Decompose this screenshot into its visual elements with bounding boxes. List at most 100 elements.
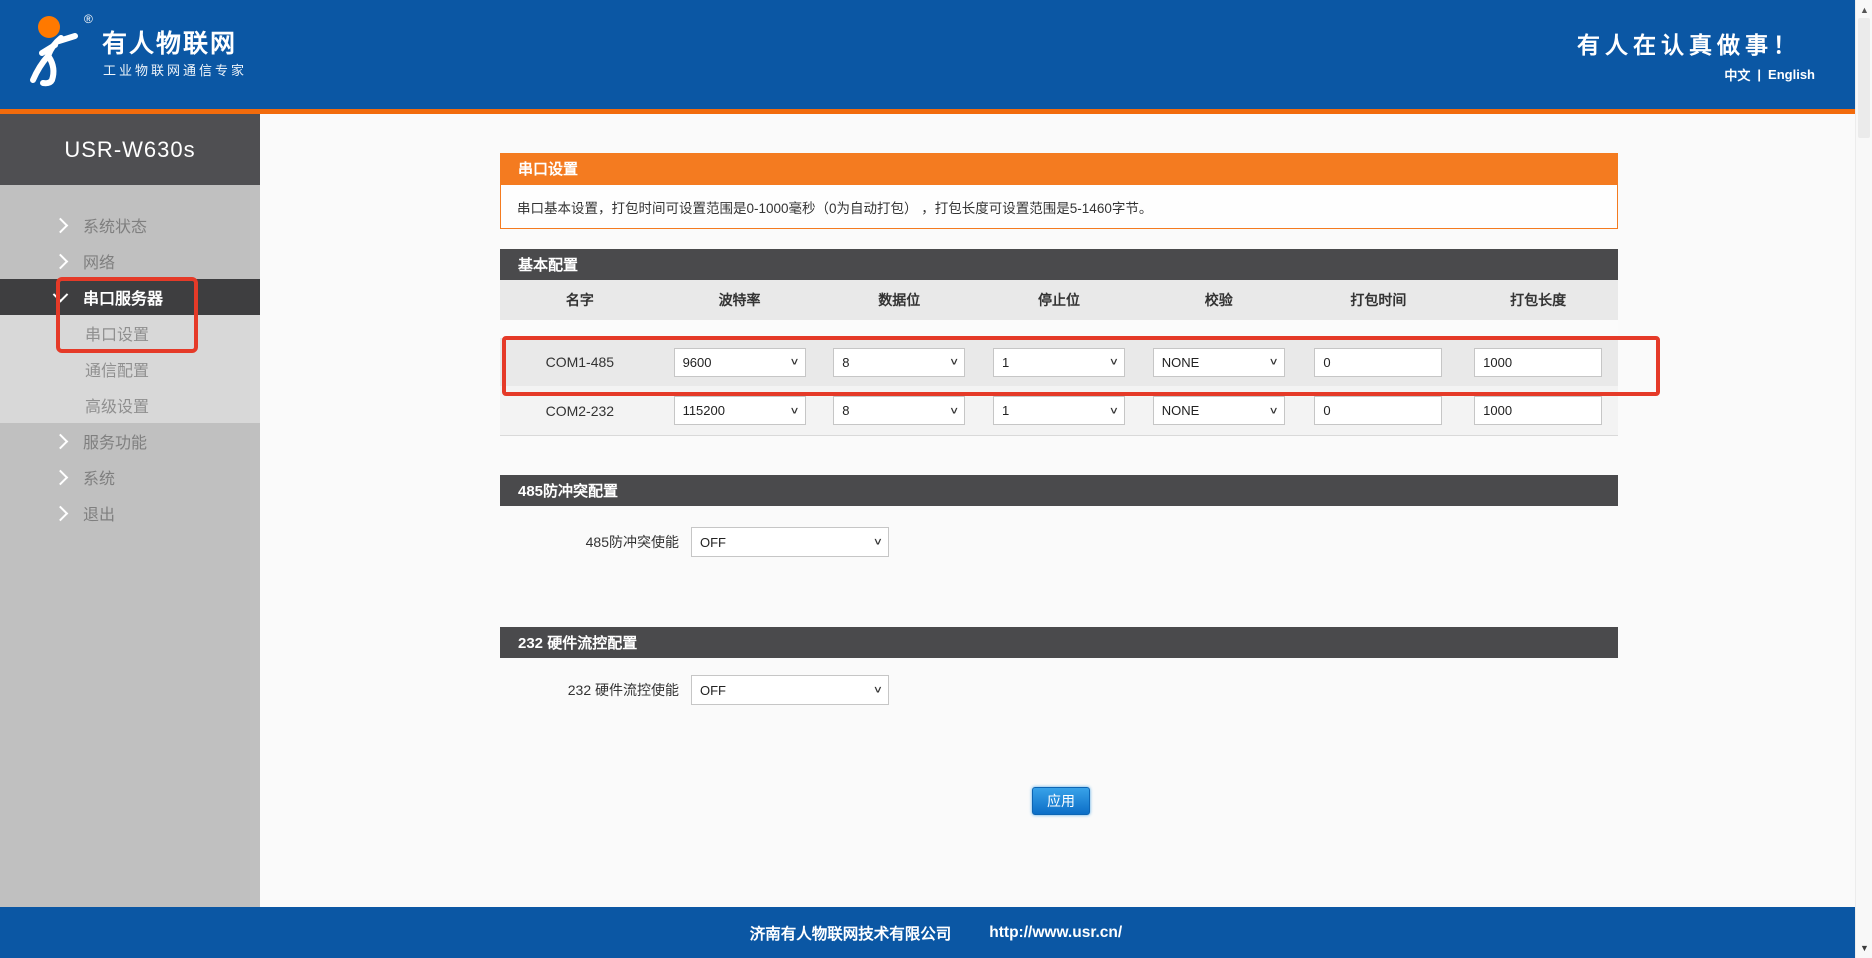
apply-button[interactable]: 应用 (1032, 787, 1090, 815)
chevron-right-icon (53, 469, 69, 485)
brand-title: 有人物联网 (102, 24, 237, 60)
sidebar-item-system-status[interactable]: 系统状态 (0, 207, 260, 243)
sidebar-item-label: 串口设置 (85, 321, 149, 345)
orange-accent-line (0, 109, 1855, 114)
sidebar-item-service-functions[interactable]: 服务功能 (0, 423, 260, 459)
chevron-down-icon: ∨ (1109, 404, 1119, 416)
select-value: NONE (1162, 403, 1200, 418)
registered-trademark-icon: ® (84, 12, 93, 26)
port-name-label: COM1-485 (500, 354, 660, 370)
header-slogan: 有人在认真做事！ (1577, 26, 1801, 60)
sidebar: USR-W630s 系统状态 网络 串口服务器 串口设置 通信配置 (0, 114, 260, 907)
com2-baud-select[interactable]: 115200 ∨ (674, 396, 806, 425)
sidebar-item-serial-settings[interactable]: 串口设置 (0, 315, 260, 351)
rs485-enable-row: 485防冲突使能 OFF ∨ (500, 524, 889, 560)
usr-person-logo-icon (22, 12, 84, 90)
table-row-com2-232: COM2-232 115200 ∨ 8 ∨ 1 ∨ NONE ∨ (500, 386, 1618, 436)
sidebar-menu: 系统状态 网络 串口服务器 串口设置 通信配置 高级设置 (0, 185, 260, 531)
chevron-down-icon: ∨ (873, 683, 883, 695)
sidebar-item-label: 网络 (83, 249, 115, 273)
col-header-data-bits: 数据位 (819, 290, 979, 310)
chevron-right-icon (53, 217, 69, 233)
com1-pack-length-input[interactable] (1474, 348, 1602, 377)
chevron-down-icon: ∨ (949, 355, 959, 367)
rs232-enable-label: 232 硬件流控使能 (500, 680, 691, 700)
select-value: 115200 (683, 403, 725, 418)
lang-english-link[interactable]: English (1768, 67, 1815, 82)
select-value: 1 (1002, 403, 1009, 418)
col-header-stop-bits: 停止位 (979, 290, 1139, 310)
select-value: 1 (1002, 355, 1009, 370)
table-spacer-row (500, 320, 1618, 338)
lang-chinese-link[interactable]: 中文 (1724, 65, 1750, 84)
col-header-pack-time: 打包时间 (1299, 290, 1459, 310)
language-switcher: 中文 | English (1724, 65, 1815, 84)
chevron-right-icon (53, 433, 69, 449)
com2-pack-time-input[interactable] (1314, 396, 1442, 425)
com2-parity-select[interactable]: NONE ∨ (1153, 396, 1285, 425)
com1-stop-bits-select[interactable]: 1 ∨ (993, 348, 1125, 377)
chevron-down-icon: ∨ (789, 404, 799, 416)
col-header-baud: 波特率 (660, 290, 820, 310)
serial-settings-header: 串口设置 (500, 153, 1618, 184)
port-name-label: COM2-232 (500, 403, 660, 419)
sidebar-item-advanced-settings[interactable]: 高级设置 (0, 387, 260, 423)
sidebar-item-system[interactable]: 系统 (0, 459, 260, 495)
rs485-anticollision-header: 485防冲突配置 (500, 475, 1618, 506)
device-model-title: USR-W630s (0, 114, 260, 185)
page-scrollbar[interactable]: ▲ ▼ (1855, 0, 1872, 958)
col-header-pack-length: 打包长度 (1458, 290, 1618, 310)
sidebar-item-logout[interactable]: 退出 (0, 495, 260, 531)
scroll-down-arrow-icon[interactable]: ▼ (1856, 943, 1872, 953)
serial-settings-description: 串口基本设置，打包时间可设置范围是0-1000毫秒（0为自动打包） ，打包长度可… (500, 184, 1618, 229)
chevron-right-icon (53, 505, 69, 521)
sidebar-item-label: 串口服务器 (83, 285, 163, 309)
footer-company: 济南有人物联网技术有限公司 (750, 922, 952, 944)
com1-data-bits-select[interactable]: 8 ∨ (833, 348, 965, 377)
com2-pack-length-input[interactable] (1474, 396, 1602, 425)
basic-config-column-headers: 名字 波特率 数据位 停止位 校验 打包时间 打包长度 (500, 280, 1618, 320)
com1-parity-select[interactable]: NONE ∨ (1153, 348, 1285, 377)
com2-stop-bits-select[interactable]: 1 ∨ (993, 396, 1125, 425)
sidebar-item-label: 退出 (83, 501, 115, 525)
footer: 济南有人物联网技术有限公司 http://www.usr.cn/ (0, 907, 1872, 958)
com1-baud-select[interactable]: 9600 ∨ (674, 348, 806, 377)
select-value: OFF (700, 683, 726, 698)
rs485-enable-select[interactable]: OFF ∨ (691, 527, 889, 557)
col-header-name: 名字 (500, 290, 660, 310)
rs485-enable-label: 485防冲突使能 (500, 532, 691, 552)
sidebar-item-label: 系统 (83, 465, 115, 489)
lang-divider: | (1757, 67, 1761, 82)
chevron-down-icon: ∨ (1268, 355, 1278, 367)
sidebar-item-label: 高级设置 (85, 393, 149, 417)
select-value: 8 (842, 403, 849, 418)
chevron-right-icon (53, 253, 69, 269)
select-value: 8 (842, 355, 849, 370)
sidebar-item-network[interactable]: 网络 (0, 243, 260, 279)
select-value: NONE (1162, 355, 1200, 370)
sidebar-item-label: 通信配置 (85, 357, 149, 381)
chevron-down-icon (53, 286, 69, 302)
scroll-up-arrow-icon[interactable]: ▲ (1856, 5, 1872, 15)
rs232-enable-select[interactable]: OFF ∨ (691, 675, 889, 705)
rs232-flowcontrol-header: 232 硬件流控配置 (500, 627, 1618, 658)
col-header-parity: 校验 (1139, 290, 1299, 310)
com2-data-bits-select[interactable]: 8 ∨ (833, 396, 965, 425)
brand-subtitle: 工业物联网通信专家 (103, 60, 247, 79)
chevron-down-icon: ∨ (873, 535, 883, 547)
table-row-com1-485: COM1-485 9600 ∨ 8 ∨ 1 ∨ NONE ∨ (500, 338, 1618, 386)
chevron-down-icon: ∨ (1109, 355, 1119, 367)
sidebar-item-comm-config[interactable]: 通信配置 (0, 351, 260, 387)
sidebar-item-serial-server[interactable]: 串口服务器 (0, 279, 260, 315)
serial-server-submenu: 串口设置 通信配置 高级设置 (0, 315, 260, 423)
select-value: OFF (700, 535, 726, 550)
footer-url-link[interactable]: http://www.usr.cn/ (989, 924, 1122, 942)
sidebar-item-label: 服务功能 (83, 429, 147, 453)
page: ® 有人物联网 工业物联网通信专家 有人在认真做事！ 中文 | English … (0, 0, 1872, 958)
com1-pack-time-input[interactable] (1314, 348, 1442, 377)
top-header: ® 有人物联网 工业物联网通信专家 有人在认真做事！ 中文 | English (0, 0, 1855, 109)
chevron-down-icon: ∨ (789, 355, 799, 367)
scrollbar-thumb[interactable] (1858, 18, 1870, 138)
rs232-enable-row: 232 硬件流控使能 OFF ∨ (500, 672, 889, 708)
select-value: 9600 (683, 355, 712, 370)
